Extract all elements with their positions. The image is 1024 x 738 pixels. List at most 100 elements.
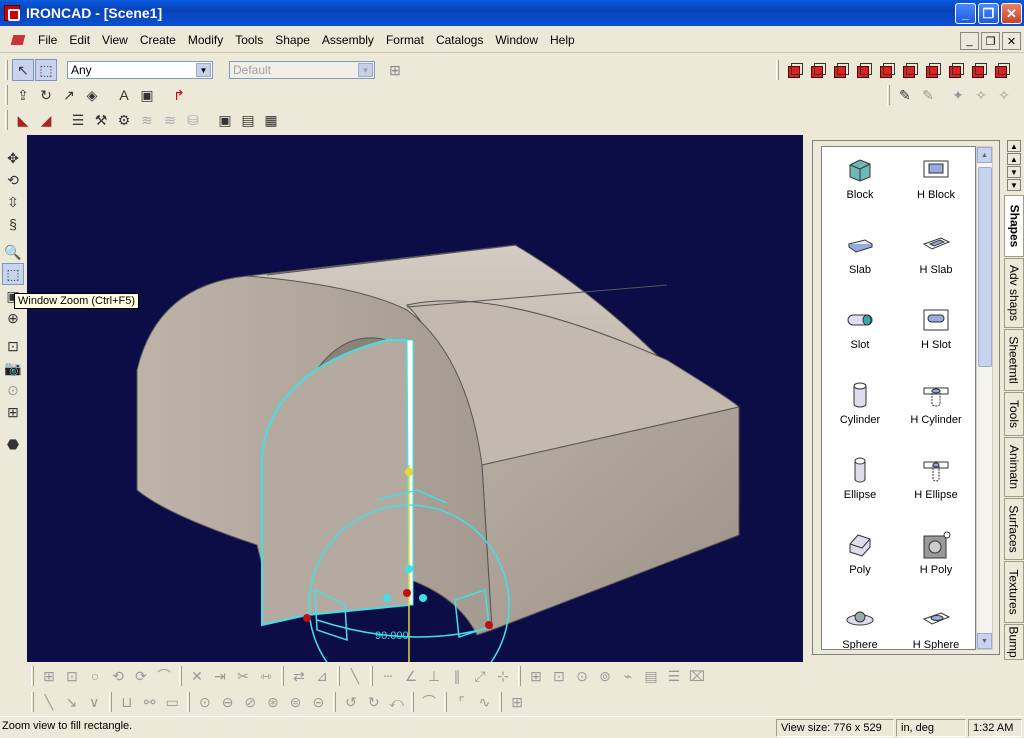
catalog-item-poly[interactable]: Poly bbox=[822, 530, 898, 576]
style-select[interactable]: Default ▼ bbox=[229, 61, 375, 79]
spline-tool-icon[interactable]: ⌁ bbox=[617, 665, 639, 687]
camera-target-icon[interactable]: ⊙ bbox=[2, 379, 24, 401]
angle-line-icon[interactable]: ∠ bbox=[400, 665, 422, 687]
menu-format[interactable]: Format bbox=[380, 33, 430, 47]
text-icon[interactable]: A bbox=[113, 84, 135, 106]
extend-tool-icon[interactable]: ⇥ bbox=[209, 665, 231, 687]
sweep-icon[interactable]: ↗ bbox=[58, 84, 80, 106]
dimension-icon[interactable]: ⊞ bbox=[525, 665, 547, 687]
menu-help[interactable]: Help bbox=[544, 33, 581, 47]
menu-modify[interactable]: Modify bbox=[182, 33, 229, 47]
catalog-item-h-slot[interactable]: H Slot bbox=[898, 305, 974, 351]
tab-next-icon[interactable]: ▼ bbox=[1007, 166, 1021, 178]
walk-icon[interactable]: ⇳ bbox=[2, 191, 24, 213]
tab-first-icon[interactable]: ▲ bbox=[1007, 140, 1021, 152]
orbit-icon[interactable]: ⟲ bbox=[2, 169, 24, 191]
menu-tools[interactable]: Tools bbox=[229, 33, 269, 47]
tab-adv-shaps[interactable]: Adv shaps bbox=[1004, 258, 1024, 328]
catalog-item-block[interactable]: Block bbox=[822, 155, 898, 201]
delete-tool-icon[interactable]: ✕ bbox=[186, 665, 208, 687]
decal-icon[interactable]: ✧ bbox=[993, 84, 1015, 106]
tab-last-icon[interactable]: ▼ bbox=[1007, 179, 1021, 191]
draw-circle4-icon[interactable]: ⊛ bbox=[262, 691, 284, 713]
tab-sheetmtl[interactable]: Sheetmtl bbox=[1004, 329, 1024, 391]
project-tool-icon[interactable]: ⊿ bbox=[311, 665, 333, 687]
chevron-down-icon[interactable]: ▼ bbox=[358, 63, 373, 77]
menu-window[interactable]: Window bbox=[489, 33, 544, 47]
blend-icon[interactable]: ◣ bbox=[12, 109, 34, 131]
paint-icon[interactable]: ✎ bbox=[917, 84, 939, 106]
pattern-icon[interactable]: ▦ bbox=[260, 109, 282, 131]
view-iso4-icon[interactable] bbox=[990, 59, 1012, 81]
minimize-button[interactable]: _ bbox=[955, 3, 976, 24]
pan-icon[interactable]: ✥ bbox=[2, 147, 24, 169]
split-tool-icon[interactable]: ⇿ bbox=[255, 665, 277, 687]
perp-line-icon[interactable]: ⊥ bbox=[423, 665, 445, 687]
line-tool-icon[interactable]: ╲ bbox=[344, 665, 366, 687]
point-icon[interactable]: ⊙ bbox=[571, 665, 593, 687]
selection-filter-select[interactable]: Any ▼ bbox=[67, 61, 213, 79]
draw-circle2-icon[interactable]: ⊖ bbox=[217, 691, 239, 713]
view-front-icon[interactable] bbox=[783, 59, 805, 81]
render-icon[interactable]: ⬣ bbox=[2, 433, 24, 455]
tab-surfaces[interactable]: Surfaces bbox=[1004, 498, 1024, 560]
snap-icon[interactable]: ⊡ bbox=[61, 665, 83, 687]
select-window-icon[interactable]: ⬚ bbox=[35, 59, 57, 81]
eyedropper-icon[interactable]: ✎ bbox=[894, 84, 916, 106]
catalog-item-cylinder[interactable]: Cylinder bbox=[822, 380, 898, 426]
face-blend-icon[interactable]: ⚙ bbox=[113, 109, 135, 131]
face-delete-icon[interactable]: ⛁ bbox=[182, 109, 204, 131]
chamfer-icon[interactable]: ◢ bbox=[35, 109, 57, 131]
draw-circle-icon[interactable]: ⊙ bbox=[194, 691, 216, 713]
extrude-icon[interactable]: ⇪ bbox=[12, 84, 34, 106]
draw-table-icon[interactable]: ⊞ bbox=[506, 691, 528, 713]
draw-rect-icon[interactable]: ▭ bbox=[161, 691, 183, 713]
close-button[interactable]: ✕ bbox=[1001, 3, 1022, 24]
view-top-icon[interactable] bbox=[875, 59, 897, 81]
draw-corner-icon[interactable]: ⌜ bbox=[451, 691, 473, 713]
scroll-down-icon[interactable]: ▼ bbox=[977, 633, 992, 649]
text-tool-icon[interactable]: ⌧ bbox=[686, 665, 708, 687]
draw-polyline-icon[interactable]: ↘ bbox=[61, 691, 83, 713]
dynamic-rotate-icon[interactable]: § bbox=[2, 213, 24, 235]
draw-circle5-icon[interactable]: ⊜ bbox=[285, 691, 307, 713]
menu-file[interactable]: File bbox=[32, 33, 63, 47]
catalog-item-h-cylinder[interactable]: H Cylinder bbox=[898, 380, 974, 426]
tab-shapes[interactable]: Shapes bbox=[1004, 195, 1024, 257]
tab-textures[interactable]: Textures bbox=[1004, 561, 1024, 623]
ironcad-app-icon[interactable] bbox=[4, 5, 20, 21]
hatch-tool-icon[interactable]: ▤ bbox=[640, 665, 662, 687]
face-draft-icon[interactable]: ≋ bbox=[159, 109, 181, 131]
draw-fillet-icon[interactable]: ⌒ bbox=[418, 691, 440, 713]
draw-chain-icon[interactable]: ⚯ bbox=[139, 691, 161, 713]
scroll-up-icon[interactable]: ▲ bbox=[977, 147, 992, 163]
doc-close-button[interactable]: ✕ bbox=[1002, 32, 1021, 50]
catalog-item-h-slab[interactable]: H Slab bbox=[898, 230, 974, 276]
camera-icon[interactable]: 📷 bbox=[2, 357, 24, 379]
spin-icon[interactable]: ↻ bbox=[35, 84, 57, 106]
menu-create[interactable]: Create bbox=[134, 33, 182, 47]
draw-arc2-icon[interactable]: ↻ bbox=[363, 691, 385, 713]
catalog-item-h-poly[interactable]: H Poly bbox=[898, 530, 974, 576]
catalog-item-slab[interactable]: Slab bbox=[822, 230, 898, 276]
doc-restore-button[interactable]: ❐ bbox=[981, 32, 1000, 50]
fillet-tool-icon[interactable]: ⌒ bbox=[153, 665, 175, 687]
bump-icon[interactable]: ✧ bbox=[970, 84, 992, 106]
draw-connect-icon[interactable]: ⊔ bbox=[116, 691, 138, 713]
draw-arc3-icon[interactable]: ⤺ bbox=[386, 691, 408, 713]
select-arrow-icon[interactable]: ↖ bbox=[12, 59, 34, 81]
view-iso2-icon[interactable] bbox=[944, 59, 966, 81]
shell-icon[interactable]: ☰ bbox=[67, 109, 89, 131]
face-move-icon[interactable]: ⚒ bbox=[90, 109, 112, 131]
chevron-down-icon[interactable]: ▼ bbox=[196, 63, 211, 77]
camera-fov-icon[interactable]: ⊞ bbox=[2, 401, 24, 423]
split-icon[interactable]: ▤ bbox=[237, 109, 259, 131]
grid-icon[interactable]: ⊞ bbox=[38, 665, 60, 687]
tab-prev-icon[interactable]: ▲ bbox=[1007, 153, 1021, 165]
scene-viewport[interactable]: 90.000 bbox=[27, 135, 803, 662]
view-bottom-icon[interactable] bbox=[898, 59, 920, 81]
offset-tool-icon[interactable]: ⟲ bbox=[107, 665, 129, 687]
draw-bspline-icon[interactable]: ∿ bbox=[474, 691, 496, 713]
catalog-item-sphere[interactable]: Sphere bbox=[822, 605, 898, 649]
look-at-icon[interactable]: ⊕ bbox=[2, 307, 24, 329]
